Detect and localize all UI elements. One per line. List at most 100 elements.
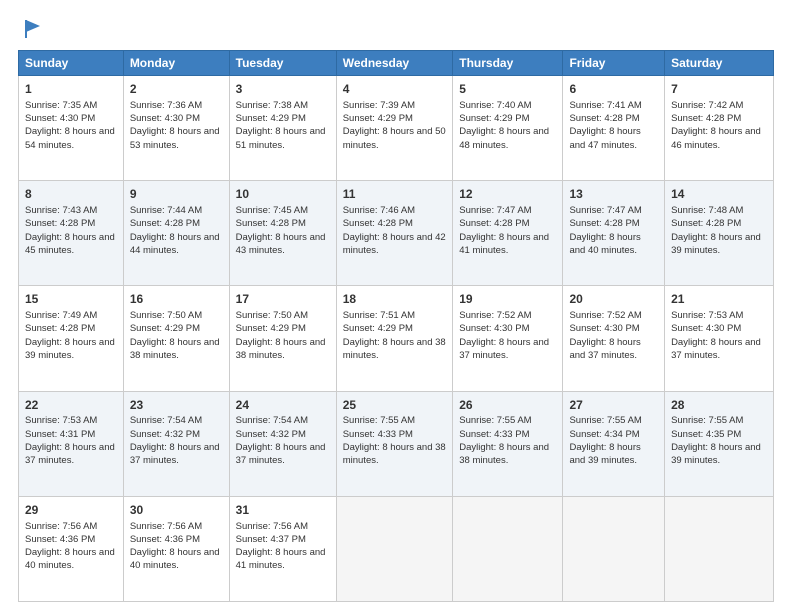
sunset: Sunset: 4:29 PM	[236, 113, 306, 124]
sunset: Sunset: 4:28 PM	[671, 113, 741, 124]
day-number: 21	[671, 291, 767, 308]
calendar-row: 22Sunrise: 7:53 AMSunset: 4:31 PMDayligh…	[19, 391, 774, 496]
sunset: Sunset: 4:32 PM	[236, 429, 306, 440]
calendar-cell	[665, 496, 774, 601]
header-day: Saturday	[665, 51, 774, 76]
calendar-row: 29 Sunrise: 7:56 AM Sunset: 4:36 PM Dayligh…	[19, 496, 774, 601]
daylight: Daylight: 8 hours and 40 minutes.	[25, 547, 115, 571]
sunset: Sunset: 4:36 PM	[25, 534, 95, 545]
daylight: Daylight: 8 hours and 37 minutes.	[236, 442, 326, 466]
calendar-cell: 19Sunrise: 7:52 AMSunset: 4:30 PMDayligh…	[453, 286, 563, 391]
sunrise: Sunrise: 7:55 AM	[671, 415, 743, 426]
header-day: Sunday	[19, 51, 124, 76]
calendar-cell: 9Sunrise: 7:44 AMSunset: 4:28 PMDaylight…	[123, 181, 229, 286]
daylight: Daylight: 8 hours and 42 minutes.	[343, 232, 446, 256]
calendar-cell: 21 Sunrise: 7:53 AM Sunset: 4:30 PM Dayligh…	[665, 286, 774, 391]
sunset: Sunset: 4:28 PM	[25, 218, 95, 229]
daylight: Daylight: 8 hours and 38 minutes.	[343, 337, 446, 361]
daylight: Daylight: 8 hours and 41 minutes.	[459, 232, 549, 256]
calendar-row: 1Sunrise: 7:35 AMSunset: 4:30 PMDaylight…	[19, 76, 774, 181]
calendar-cell: 2Sunrise: 7:36 AMSunset: 4:30 PMDaylight…	[123, 76, 229, 181]
daylight: Daylight: 8 hours and 51 minutes.	[236, 126, 326, 150]
day-number: 22	[25, 397, 117, 414]
day-number: 5	[459, 81, 556, 98]
sunset: Sunset: 4:33 PM	[459, 429, 529, 440]
day-number: 29	[25, 502, 117, 519]
calendar-table: SundayMondayTuesdayWednesdayThursdayFrid…	[18, 50, 774, 602]
day-number: 28	[671, 397, 767, 414]
sunrise: Sunrise: 7:47 AM	[569, 205, 641, 216]
header-day: Tuesday	[229, 51, 336, 76]
calendar-cell: 30Sunrise: 7:56 AMSunset: 4:36 PMDayligh…	[123, 496, 229, 601]
day-number: 17	[236, 291, 330, 308]
sunrise: Sunrise: 7:54 AM	[130, 415, 202, 426]
sunrise: Sunrise: 7:44 AM	[130, 205, 202, 216]
sunset: Sunset: 4:34 PM	[569, 429, 639, 440]
sunrise: Sunrise: 7:50 AM	[236, 310, 308, 321]
sunset: Sunset: 4:29 PM	[343, 323, 413, 334]
daylight: Daylight: 8 hours and 39 minutes.	[569, 442, 640, 466]
calendar-cell: 6Sunrise: 7:41 AMSunset: 4:28 PMDaylight…	[563, 76, 665, 181]
calendar-cell: 12Sunrise: 7:47 AMSunset: 4:28 PMDayligh…	[453, 181, 563, 286]
daylight: Daylight: 8 hours and 45 minutes.	[25, 232, 115, 256]
calendar-cell: 8 Sunrise: 7:43 AM Sunset: 4:28 PM Daylight…	[19, 181, 124, 286]
logo-flag-icon	[22, 18, 44, 40]
day-number: 13	[569, 186, 658, 203]
sunrise: Sunrise: 7:47 AM	[459, 205, 531, 216]
sunset: Sunset: 4:30 PM	[459, 323, 529, 334]
sunset: Sunset: 4:28 PM	[569, 113, 639, 124]
daylight: Daylight: 8 hours and 54 minutes.	[25, 126, 115, 150]
calendar-cell: 29 Sunrise: 7:56 AM Sunset: 4:36 PM Dayligh…	[19, 496, 124, 601]
sunset: Sunset: 4:29 PM	[236, 323, 306, 334]
sunset: Sunset: 4:30 PM	[671, 323, 741, 334]
sunrise: Sunrise: 7:51 AM	[343, 310, 415, 321]
sunset: Sunset: 4:28 PM	[236, 218, 306, 229]
sunrise: Sunrise: 7:46 AM	[343, 205, 415, 216]
daylight: Daylight: 8 hours and 39 minutes.	[25, 337, 115, 361]
sunset: Sunset: 4:28 PM	[343, 218, 413, 229]
daylight: Daylight: 8 hours and 39 minutes.	[671, 232, 761, 256]
daylight: Daylight: 8 hours and 37 minutes.	[130, 442, 220, 466]
daylight: Daylight: 8 hours and 38 minutes.	[130, 337, 220, 361]
day-number: 24	[236, 397, 330, 414]
sunset: Sunset: 4:30 PM	[130, 113, 200, 124]
sunrise: Sunrise: 7:49 AM	[25, 310, 97, 321]
sunset: Sunset: 4:31 PM	[25, 429, 95, 440]
sunset: Sunset: 4:36 PM	[130, 534, 200, 545]
sunset: Sunset: 4:28 PM	[25, 323, 95, 334]
day-number: 19	[459, 291, 556, 308]
calendar-cell: 17Sunrise: 7:50 AMSunset: 4:29 PMDayligh…	[229, 286, 336, 391]
daylight: Daylight: 8 hours and 41 minutes.	[236, 547, 326, 571]
sunrise: Sunrise: 7:40 AM	[459, 100, 531, 111]
logo	[18, 18, 44, 40]
day-number: 12	[459, 186, 556, 203]
daylight: Daylight: 8 hours and 37 minutes.	[671, 337, 761, 361]
sunrise: Sunrise: 7:45 AM	[236, 205, 308, 216]
daylight: Daylight: 8 hours and 46 minutes.	[671, 126, 761, 150]
sunrise: Sunrise: 7:56 AM	[25, 521, 97, 532]
calendar-cell: 5Sunrise: 7:40 AMSunset: 4:29 PMDaylight…	[453, 76, 563, 181]
calendar-row: 8 Sunrise: 7:43 AM Sunset: 4:28 PM Daylight…	[19, 181, 774, 286]
day-number: 8	[25, 186, 117, 203]
sunrise: Sunrise: 7:48 AM	[671, 205, 743, 216]
daylight: Daylight: 8 hours and 37 minutes.	[25, 442, 115, 466]
sunrise: Sunrise: 7:55 AM	[343, 415, 415, 426]
calendar-cell: 22Sunrise: 7:53 AMSunset: 4:31 PMDayligh…	[19, 391, 124, 496]
header-row: SundayMondayTuesdayWednesdayThursdayFrid…	[19, 51, 774, 76]
day-number: 16	[130, 291, 223, 308]
sunset: Sunset: 4:28 PM	[130, 218, 200, 229]
sunset: Sunset: 4:32 PM	[130, 429, 200, 440]
day-number: 23	[130, 397, 223, 414]
calendar-cell: 13Sunrise: 7:47 AMSunset: 4:28 PMDayligh…	[563, 181, 665, 286]
sunrise: Sunrise: 7:53 AM	[671, 310, 743, 321]
calendar-cell: 10Sunrise: 7:45 AMSunset: 4:28 PMDayligh…	[229, 181, 336, 286]
day-number: 11	[343, 186, 447, 203]
sunrise: Sunrise: 7:43 AM	[25, 205, 97, 216]
day-number: 9	[130, 186, 223, 203]
day-number: 7	[671, 81, 767, 98]
calendar-cell: 26Sunrise: 7:55 AMSunset: 4:33 PMDayligh…	[453, 391, 563, 496]
calendar-cell: 11 Sunrise: 7:46 AM Sunset: 4:28 PM Dayligh…	[336, 181, 453, 286]
header-day: Monday	[123, 51, 229, 76]
sunset: Sunset: 4:35 PM	[671, 429, 741, 440]
day-number: 18	[343, 291, 447, 308]
